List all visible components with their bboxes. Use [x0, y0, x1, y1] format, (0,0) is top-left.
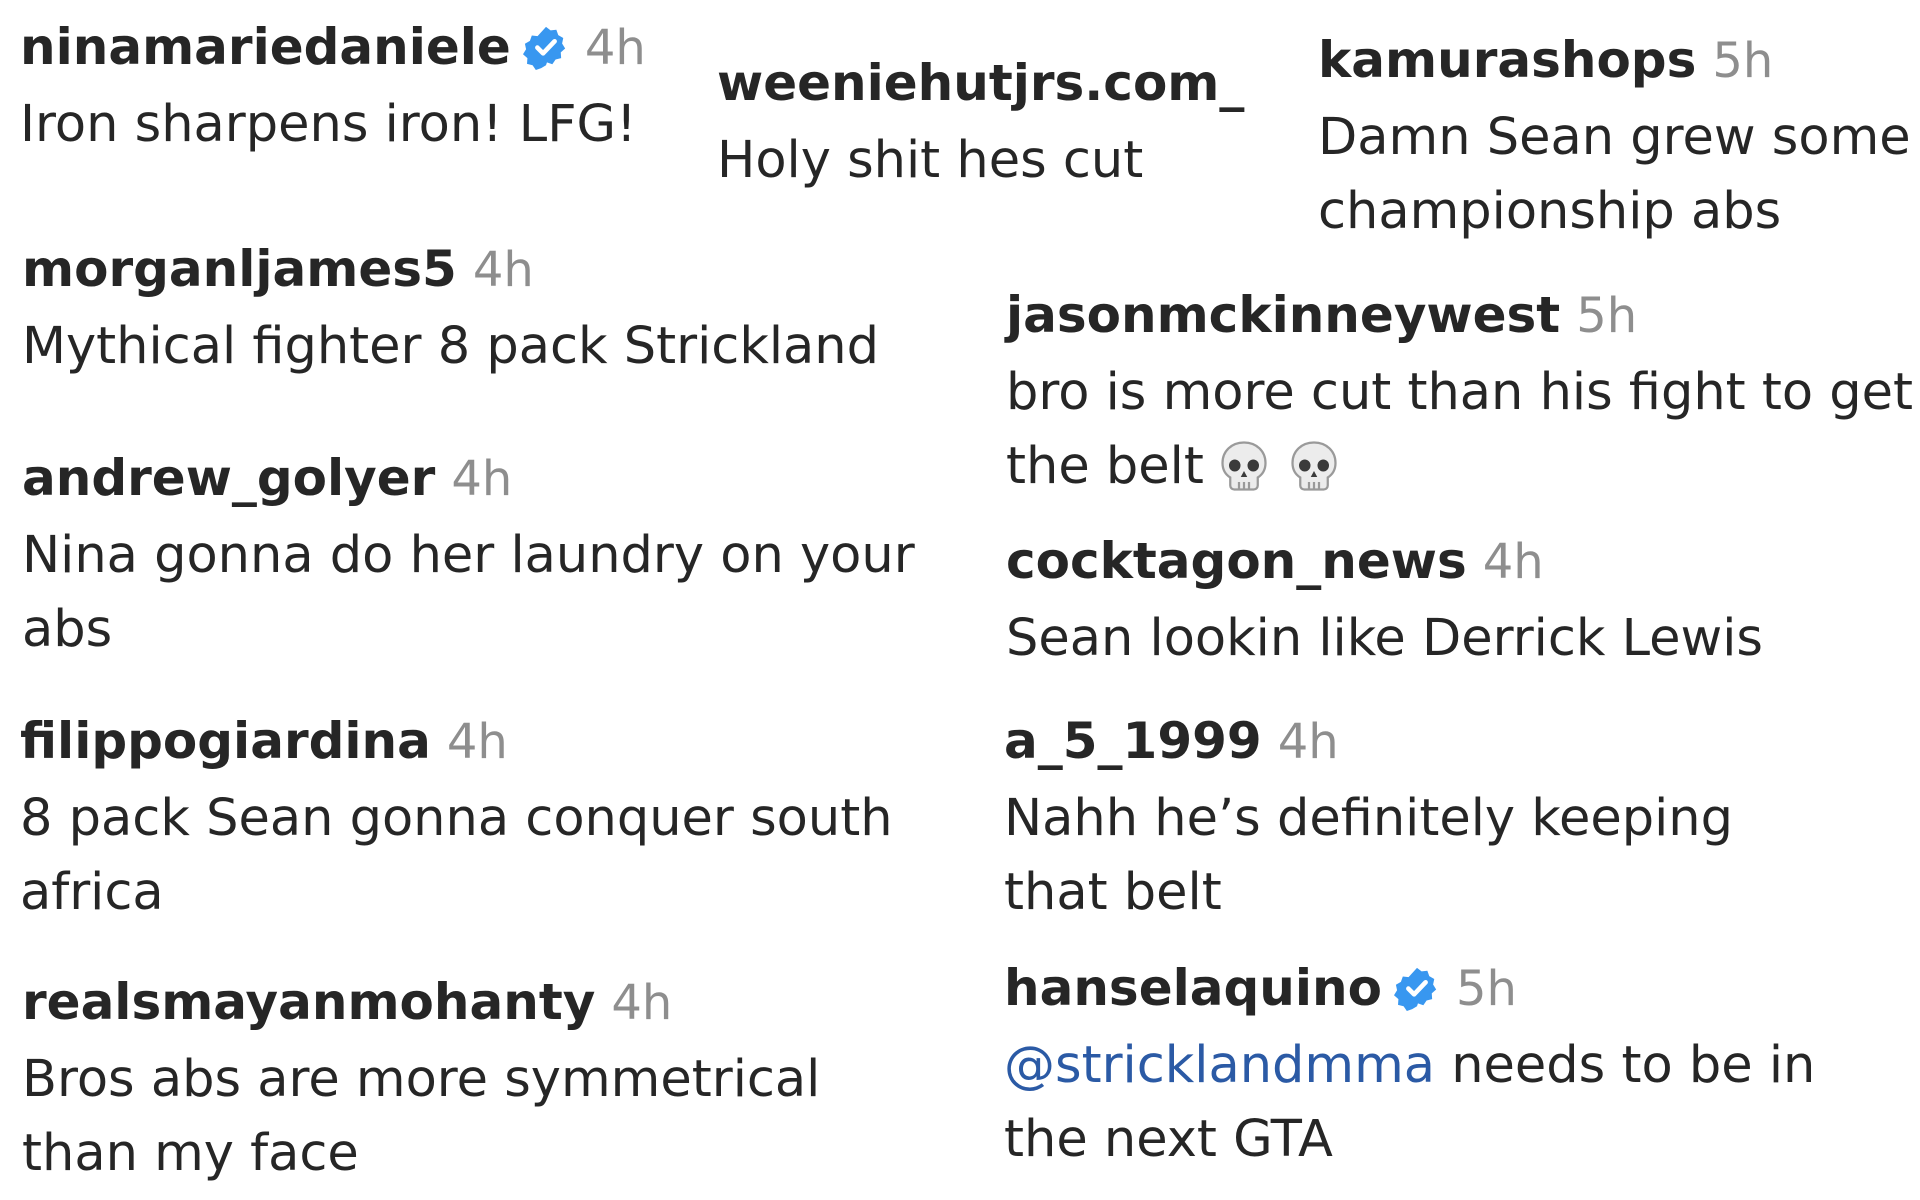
comment-text: Nina gonna do her laundry on your abs	[22, 526, 915, 659]
comment-timestamp: 4h	[451, 451, 513, 507]
comment-timestamp: 4h	[1482, 534, 1544, 590]
comment-item: andrew_golyer 4h Nina gonna do her laundr…	[22, 453, 942, 667]
comment-username[interactable]: jasonmckinneywest	[1006, 286, 1560, 344]
comment-timestamp: 5h	[1712, 33, 1774, 89]
comment-item: a_5_1999 4h Nahh he’s definitely keeping …	[1004, 716, 1844, 930]
comment-username[interactable]: cocktagon_news	[1006, 532, 1467, 590]
comment-item: cocktagon_news 4h Sean lookin like Derric…	[1006, 536, 1916, 676]
comment-text: Holy shit hes cut	[717, 131, 1144, 190]
comment-username[interactable]: ninamariedaniele	[20, 18, 511, 76]
comment-timestamp: 5h	[1576, 288, 1638, 344]
comment-text: Sean lookin like Derrick Lewis	[1006, 609, 1763, 668]
comment-username[interactable]: morganljames5	[22, 240, 457, 298]
comment-username[interactable]: hanselaquino	[1004, 959, 1382, 1017]
comment-text: Bros abs are more symmetrical than my fa…	[22, 1050, 821, 1183]
comment-item: realsmayanmohanty 4h Bros abs are more sy…	[22, 977, 922, 1191]
comment-timestamp: 5h	[1455, 961, 1517, 1017]
comment-text: 8 pack Sean gonna conquer south africa	[20, 789, 893, 922]
comment-username[interactable]: andrew_golyer	[22, 449, 435, 507]
comment-username[interactable]: a_5_1999	[1004, 712, 1262, 770]
comment-username[interactable]: realsmayanmohanty	[22, 973, 595, 1031]
comment-item: filippogiardina 4h 8 pack Sean gonna conq…	[20, 716, 980, 930]
verified-badge-icon	[1393, 965, 1440, 1011]
comment-text: Damn Sean grew some championship abs	[1318, 108, 1911, 241]
comment-text: Nahh he’s definitely keeping that belt	[1004, 789, 1733, 922]
comment-timestamp: 4h	[472, 242, 534, 298]
comment-timestamp: 4h	[611, 975, 673, 1031]
comment-item: ninamariedaniele 4h Iron sharpens iron! L…	[20, 22, 660, 162]
comment-text-content: bro is more cut than his fight to get th…	[1006, 363, 1914, 496]
comment-item: morganljames5 4h Mythical fighter 8 pack …	[22, 244, 962, 384]
comment-item: jasonmckinneywest 5h bro is more cut than…	[1006, 290, 1916, 504]
comment-username[interactable]: kamurashops	[1318, 31, 1696, 89]
verified-badge-icon	[522, 24, 569, 70]
comment-item: kamurashops 5h Damn Sean grew some champi…	[1318, 35, 1918, 249]
skull-emoji-icon	[1214, 437, 1274, 497]
skull-emoji-icon	[1284, 437, 1344, 497]
comment-timestamp: 4h	[446, 714, 508, 770]
comment-username[interactable]: filippogiardina	[20, 712, 431, 770]
comment-item: hanselaquino 5h @stricklandmma needs to b…	[1004, 963, 1914, 1177]
comment-timestamp: 4h	[584, 20, 646, 76]
comment-timestamp: 4h	[1277, 714, 1339, 770]
comment-text: bro is more cut than his fight to get th…	[1006, 356, 1916, 504]
mention-link[interactable]: @stricklandmma	[1004, 1036, 1435, 1095]
comment-text: @stricklandmma needs to be in the next G…	[1004, 1029, 1914, 1177]
comment-item: weeniehutjrs.com_ Holy shit hes cut	[717, 58, 1277, 198]
comment-text: Mythical fighter 8 pack Strickland	[22, 317, 879, 376]
comment-text: Iron sharpens iron! LFG!	[20, 95, 637, 154]
comment-username[interactable]: weeniehutjrs.com_	[717, 54, 1244, 112]
